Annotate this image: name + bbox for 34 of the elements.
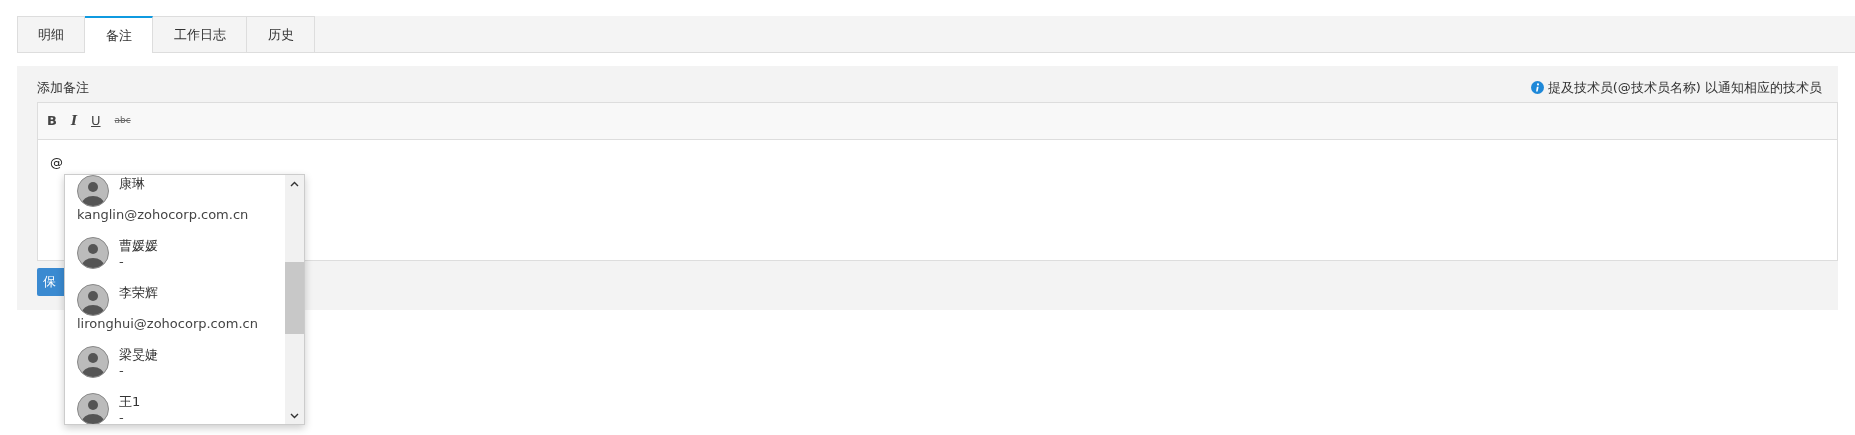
user-email: - (119, 410, 124, 424)
avatar-icon (77, 284, 109, 316)
avatar-icon (77, 237, 109, 269)
strikethrough-button[interactable]: abc (112, 116, 133, 125)
user-name: 李荣辉 (119, 285, 159, 301)
tab[interactable]: 工作日志 (153, 16, 247, 52)
tab[interactable]: 备注 (85, 16, 153, 53)
mention-item[interactable]: 李荣辉 lironghui@zohocorp.com.cn (65, 279, 285, 341)
scroll-up-icon[interactable] (290, 180, 299, 187)
mention-item[interactable]: 梁旻婕 - (65, 341, 285, 388)
user-name: 梁旻婕 (119, 347, 159, 363)
user-name: 康琳 (119, 176, 146, 192)
tab[interactable]: 历史 (247, 16, 315, 52)
avatar-icon (77, 346, 109, 378)
user-name: 曹媛媛 (119, 238, 159, 254)
user-name: 王1 (119, 394, 142, 410)
mention-item[interactable]: 康琳 kanglin@zohocorp.com.cn (65, 175, 285, 232)
scrollbar[interactable] (285, 175, 304, 424)
user-email: kanglin@zohocorp.com.cn (77, 207, 249, 222)
tab[interactable]: 明细 (17, 16, 85, 52)
info-icon (1530, 81, 1544, 95)
user-email: - (119, 363, 124, 378)
user-email: lironghui@zohocorp.com.cn (77, 316, 258, 331)
mention-item[interactable]: 王1 - (65, 388, 285, 424)
editor-text: @ (50, 154, 63, 170)
section-label: 添加备注 (37, 79, 89, 97)
italic-button[interactable]: I (68, 114, 79, 127)
hint-text: 提及技术员(@技术员名称) 以通知相应的技术员 (1547, 79, 1822, 97)
underline-button[interactable]: U (89, 114, 103, 127)
bold-button[interactable]: B (45, 114, 59, 127)
avatar-icon (77, 393, 109, 424)
scroll-down-icon[interactable] (290, 412, 299, 419)
scrollbar-thumb[interactable] (285, 262, 304, 334)
avatar-icon (77, 175, 109, 207)
